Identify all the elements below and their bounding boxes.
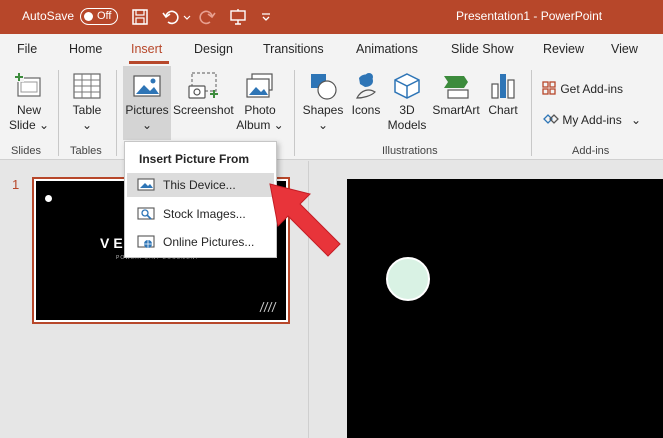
tab-view[interactable]: View	[611, 42, 638, 56]
get-addins-label: Get Add-ins	[560, 82, 624, 96]
document-title: Presentation1 - PowerPoint	[456, 9, 603, 23]
undo-icon[interactable]	[162, 8, 180, 26]
insert-picture-dropdown: Insert Picture From This Device... Stock…	[124, 141, 277, 258]
new-slide-label-2: Slide ⌄	[8, 118, 50, 132]
tab-animations[interactable]: Animations	[356, 42, 418, 56]
group-separator	[58, 70, 59, 156]
pictures-chevron: ⌄	[141, 118, 153, 132]
addins-group-label: Add-ins	[572, 145, 610, 157]
smartart-label: SmartArt	[432, 103, 480, 117]
my-addins-label: My Add-ins	[562, 113, 622, 127]
group-separator	[531, 70, 532, 156]
chart-button[interactable]: Chart	[484, 72, 522, 118]
3d-models-button[interactable]: 3D Models	[386, 72, 428, 133]
screenshot-button[interactable]: Screenshot	[173, 72, 234, 118]
new-slide-button[interactable]: New Slide ⌄	[8, 72, 50, 133]
slides-group-label: Slides	[11, 145, 41, 157]
present-icon[interactable]	[229, 8, 247, 26]
stock-images-icon	[137, 207, 155, 220]
shapes-chevron: ⌄	[317, 118, 329, 132]
3d-models-label-2: Models	[387, 118, 427, 132]
ribbon-tabs: File Home Insert Design Transitions Anim…	[0, 34, 663, 64]
tab-home[interactable]: Home	[69, 42, 102, 56]
photo-album-icon	[246, 73, 273, 98]
menu-item-stock-images[interactable]: Stock Images...	[127, 202, 274, 226]
dropdown-header: Insert Picture From	[139, 152, 250, 166]
main-slide-canvas[interactable]	[347, 179, 663, 438]
screenshot-icon	[188, 72, 218, 99]
tab-insert[interactable]: Insert	[131, 42, 162, 56]
thumbnail-dot	[45, 195, 52, 202]
table-button[interactable]: Table ⌄	[66, 72, 108, 133]
group-separator	[294, 70, 295, 156]
title-bar: AutoSave Off Presentation1 - PowerPoint	[0, 0, 663, 34]
tab-file[interactable]: File	[17, 42, 37, 56]
get-addins-button[interactable]: Get Add-ins	[541, 80, 623, 96]
slide-number: 1	[12, 177, 20, 192]
customize-toolbar-icon[interactable]	[260, 8, 272, 26]
photo-album-button[interactable]: Photo Album ⌄	[233, 72, 287, 133]
smartart-button[interactable]: SmartArt	[428, 72, 484, 118]
tab-slide-show[interactable]: Slide Show	[451, 42, 514, 56]
icons-button[interactable]: Icons	[347, 72, 385, 118]
photo-album-label-1: Photo	[244, 103, 276, 117]
smartart-icon	[444, 76, 469, 99]
menu-item-label: Online Pictures...	[163, 235, 255, 249]
undo-dropdown-icon[interactable]	[182, 8, 192, 26]
autosave-label: AutoSave	[22, 9, 75, 23]
slide-circle-shape[interactable]	[386, 257, 430, 301]
new-slide-icon	[14, 72, 41, 97]
tab-transitions[interactable]: Transitions	[263, 42, 324, 56]
table-label: Table	[72, 103, 102, 117]
my-addins-icon	[543, 114, 559, 124]
screenshot-label: Screenshot	[173, 103, 234, 117]
thumbnail-title: VE	[100, 235, 127, 251]
my-addins-chevron: ⌄	[631, 113, 642, 127]
menu-item-this-device[interactable]: This Device...	[127, 173, 274, 197]
store-icon	[542, 81, 556, 95]
tables-group-label: Tables	[70, 145, 102, 157]
toggle-knob	[84, 12, 93, 21]
chart-label: Chart	[488, 103, 518, 117]
menu-item-label: This Device...	[163, 178, 236, 192]
photo-album-label-2: Album ⌄	[236, 118, 284, 132]
new-slide-label-1: New	[16, 103, 41, 117]
table-chevron: ⌄	[81, 118, 93, 132]
save-icon[interactable]	[131, 8, 149, 26]
3d-models-label-1: 3D	[399, 103, 415, 117]
autosave-state: Off	[97, 10, 112, 22]
3d-models-icon	[394, 73, 420, 99]
online-pictures-icon	[137, 235, 155, 248]
icons-label: Icons	[351, 103, 381, 117]
menu-item-online-pictures[interactable]: Online Pictures...	[127, 230, 274, 254]
tab-review[interactable]: Review	[543, 42, 584, 56]
autosave-toggle[interactable]: Off	[80, 8, 118, 25]
menu-item-label: Stock Images...	[163, 207, 246, 221]
table-icon	[73, 73, 101, 99]
chart-icon	[491, 74, 515, 99]
pictures-label: Pictures	[125, 103, 169, 117]
icons-icon	[356, 73, 376, 99]
redo-icon[interactable]	[198, 8, 216, 26]
group-separator	[116, 70, 117, 156]
pictures-icon	[133, 75, 161, 97]
red-arrow-annotation	[269, 183, 341, 257]
my-addins-button[interactable]: My Add-ins ⌄	[541, 111, 641, 127]
shapes-label: Shapes	[302, 103, 344, 117]
shapes-button[interactable]: Shapes ⌄	[300, 72, 346, 133]
thumbnail-hatch-decoration	[259, 302, 277, 312]
illustrations-group-label: Illustrations	[382, 145, 438, 157]
pictures-button[interactable]: Pictures ⌄	[123, 72, 171, 133]
shapes-icon	[311, 74, 337, 100]
tab-design[interactable]: Design	[194, 42, 233, 56]
device-picture-icon	[137, 178, 155, 191]
